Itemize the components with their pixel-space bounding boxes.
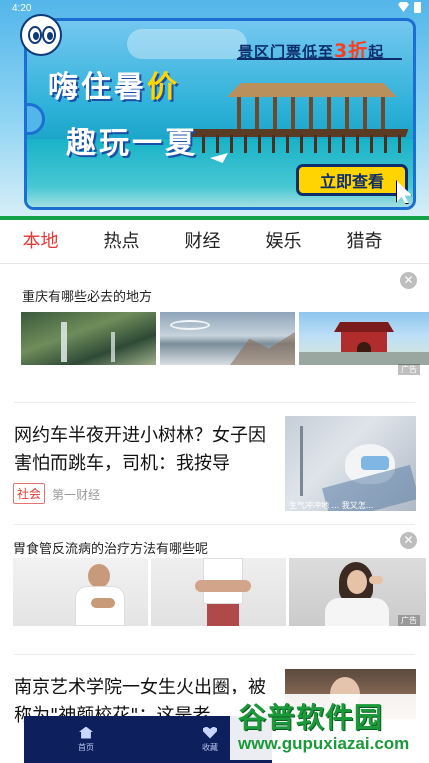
- home-icon: [79, 726, 93, 739]
- hut-roof-image: [227, 83, 397, 97]
- status-icons: [398, 2, 421, 13]
- ad-image[interactable]: [13, 558, 148, 626]
- close-icon[interactable]: ✕: [400, 272, 417, 289]
- divider: [14, 524, 415, 525]
- divider: [14, 654, 415, 655]
- status-time: 4:20: [12, 3, 32, 14]
- tab-local[interactable]: 本地: [0, 220, 81, 263]
- news-tag: 社会: [13, 483, 46, 504]
- heart-icon: [203, 726, 217, 739]
- site-watermark: 谷普软件园 www.gupuxiazai.com: [230, 694, 429, 760]
- close-icon[interactable]: ✕: [400, 532, 417, 549]
- ad-badge: 广告: [398, 364, 420, 375]
- battery-icon: [414, 2, 421, 13]
- ad-image[interactable]: [299, 312, 429, 365]
- ad-title[interactable]: 胃食管反流病的治疗方法有哪些呢: [13, 538, 208, 557]
- news-feed[interactable]: ✕ 重庆有哪些必去的地方 广告 网约车半夜开进小树林？女子因害怕而跳车，司机：我…: [0, 264, 429, 763]
- view-now-button[interactable]: 立即查看: [296, 164, 408, 196]
- promo-underline: [237, 58, 402, 60]
- watermark-logo: 谷普软件园: [238, 701, 384, 734]
- news-source: 第一财经: [52, 488, 101, 502]
- nav-label: 首页: [78, 742, 94, 752]
- nav-home[interactable]: 首页: [24, 716, 148, 763]
- tab-finance[interactable]: 财经: [162, 220, 243, 263]
- tab-entertainment[interactable]: 娱乐: [243, 220, 324, 263]
- banner-headline-2: 趣玩一夏: [66, 126, 198, 161]
- tab-curiosity[interactable]: 猎奇: [324, 220, 405, 263]
- mascot-eyes-icon: [20, 14, 62, 56]
- thumb-caption: 生气冲冲地 ... 我又怎...: [289, 501, 374, 510]
- tab-hot[interactable]: 热点: [81, 220, 162, 263]
- ad-image[interactable]: [151, 558, 286, 626]
- ad-title[interactable]: 重庆有哪些必去的地方: [22, 286, 152, 305]
- headline-1b: 价: [147, 70, 180, 105]
- banner-headline-1: 嗨住暑价: [48, 62, 180, 106]
- headline-1a: 嗨住暑: [48, 70, 147, 105]
- promo-banner[interactable]: 4:20 景区门票低至3折起 嗨住暑价 趣玩一夏 立即查看: [0, 0, 429, 216]
- watermark-url: www.gupuxiazai.com: [238, 734, 410, 753]
- divider: [14, 402, 415, 403]
- ad-image[interactable]: [160, 312, 295, 365]
- hut-body-image: [237, 97, 387, 133]
- ad-badge: 广告: [398, 615, 420, 626]
- pier-posts-image: [202, 135, 402, 153]
- wifi-icon: [398, 2, 409, 12]
- news-thumbnail[interactable]: 生气冲冲地 ... 我又怎...: [285, 416, 416, 511]
- nav-label: 收藏: [202, 742, 218, 752]
- ad-image[interactable]: [21, 312, 156, 365]
- news-title[interactable]: 网约车半夜开进小树林？女子因害怕而跳车，司机：我按导: [14, 422, 272, 478]
- category-tabs: 本地 热点 财经 娱乐 猎奇: [0, 220, 429, 264]
- cloud-decoration: [127, 29, 247, 59]
